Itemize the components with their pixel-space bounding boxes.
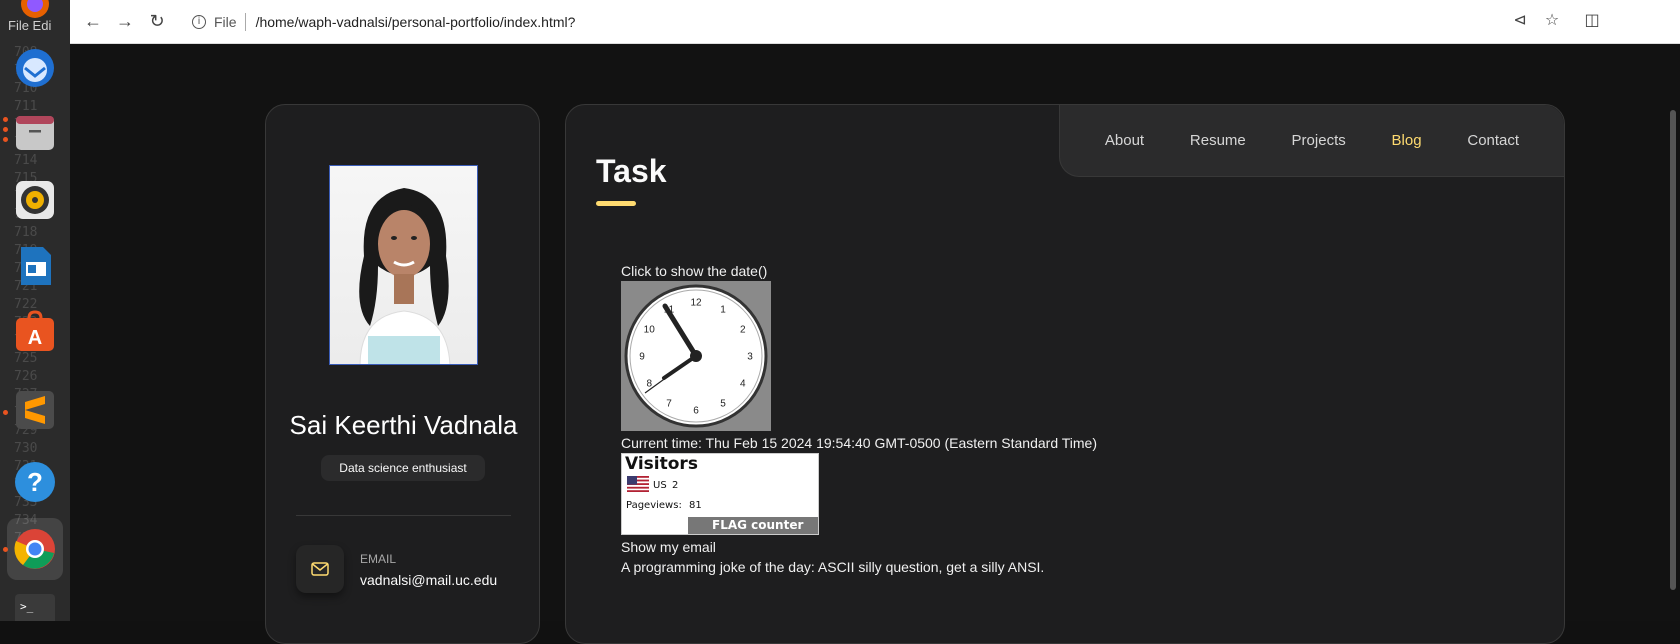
app-menu-label: File Edi: [8, 18, 52, 33]
sidebar-divider: [296, 515, 511, 516]
site-info-icon[interactable]: i: [192, 15, 206, 29]
nav-item-blog[interactable]: Blog: [1392, 132, 1422, 149]
back-icon[interactable]: ←: [82, 10, 104, 32]
clock-number: 12: [690, 298, 702, 309]
flag-counter-widget[interactable]: Visitors US 2 Pageviews: 81 FLAG counter: [621, 453, 819, 535]
svg-text:A: A: [28, 327, 42, 349]
visitors-heading: Visitors: [625, 454, 698, 474]
pageviews-value: 81: [689, 500, 702, 511]
side-panel-icon[interactable]: ◫: [1582, 11, 1602, 31]
joke-text: A programming joke of the day: ASCII sil…: [621, 559, 1045, 575]
pageviews-label: Pageviews:: [626, 500, 682, 511]
clock-number: 2: [740, 325, 746, 336]
svg-text:?: ?: [27, 467, 43, 497]
app-center-icon[interactable]: A: [11, 308, 59, 356]
show-email-button[interactable]: Show my email: [621, 539, 716, 555]
files-icon[interactable]: [11, 108, 59, 156]
clock-number: 10: [644, 325, 656, 336]
code-line-number: 726: [14, 369, 38, 384]
clock-number: 7: [666, 398, 672, 409]
page-scrollbar[interactable]: [1670, 110, 1676, 590]
email-link[interactable]: vadnalsi@mail.uc.edu: [360, 572, 497, 588]
title-underline: [596, 201, 636, 206]
show-date-button[interactable]: Click to show the date(): [621, 263, 767, 279]
bookmark-star-icon[interactable]: ☆: [1542, 11, 1562, 31]
top-navbar: About Resume Projects Blog Contact: [1059, 105, 1564, 177]
profile-sidebar: Sai Keerthi Vadnala Data science enthusi…: [265, 104, 540, 644]
help-icon[interactable]: ?: [11, 458, 59, 506]
clock-number: 4: [740, 379, 746, 390]
clock-number: 6: [693, 406, 699, 417]
ubuntu-dock: 7087097107117127137147157167177187197207…: [0, 0, 70, 621]
url-text[interactable]: /home/waph-vadnalsi/personal-portfolio/i…: [256, 14, 576, 30]
code-line-number: 730: [14, 441, 38, 456]
clock-number: 1: [720, 305, 726, 316]
sublime-icon[interactable]: [11, 386, 59, 434]
url-scheme: File: [214, 14, 237, 30]
page-title: Task: [596, 153, 667, 189]
profile-photo: [329, 165, 478, 365]
thunderbird-icon[interactable]: [11, 44, 59, 92]
writer-icon[interactable]: [11, 242, 59, 290]
browser-toolbar: ← → ↻ i File /home/waph-vadnalsi/persona…: [70, 0, 1680, 44]
country-count: 2: [672, 480, 679, 491]
nav-item-about[interactable]: About: [1105, 132, 1144, 149]
flag-counter-brand: FLAG counter: [688, 517, 818, 534]
nav-item-projects[interactable]: Projects: [1292, 132, 1346, 149]
clock-number: 9: [639, 352, 645, 363]
mail-icon: [296, 545, 344, 593]
analog-clock: 121234567891011: [621, 281, 771, 431]
contact-label: EMAIL: [360, 552, 397, 566]
firefox-icon[interactable]: [11, 0, 59, 20]
profile-role-badge: Data science enthusiast: [321, 455, 485, 481]
nav-item-resume[interactable]: Resume: [1190, 132, 1246, 149]
clock-number: 3: [747, 352, 753, 363]
reload-icon[interactable]: ↻: [146, 10, 168, 32]
main-article: About Resume Projects Blog Contact Task …: [565, 104, 1565, 644]
rhythmbox-icon[interactable]: [11, 176, 59, 224]
terminal-icon[interactable]: >_: [11, 594, 59, 621]
terminal-prompt-glyph: >_: [15, 594, 55, 621]
pageviews: Pageviews: 81: [626, 500, 702, 511]
clock-number: 5: [720, 398, 726, 409]
profile-name: Sai Keerthi Vadnala: [289, 410, 518, 440]
share-icon[interactable]: ⊲: [1510, 11, 1530, 31]
country-code: US: [653, 480, 667, 491]
code-line-number: 718: [14, 225, 38, 240]
current-time-text: Current time: Thu Feb 15 2024 19:54:40 G…: [621, 435, 1097, 451]
nav-item-contact[interactable]: Contact: [1467, 132, 1519, 149]
url-separator: [244, 13, 246, 31]
us-flag-icon: [627, 476, 649, 492]
forward-icon[interactable]: →: [114, 10, 136, 32]
address-bar[interactable]: i File /home/waph-vadnalsi/personal-port…: [180, 6, 1540, 38]
portfolio-page: Sai Keerthi Vadnala Data science enthusi…: [70, 44, 1680, 644]
chrome-icon[interactable]: [7, 518, 63, 580]
